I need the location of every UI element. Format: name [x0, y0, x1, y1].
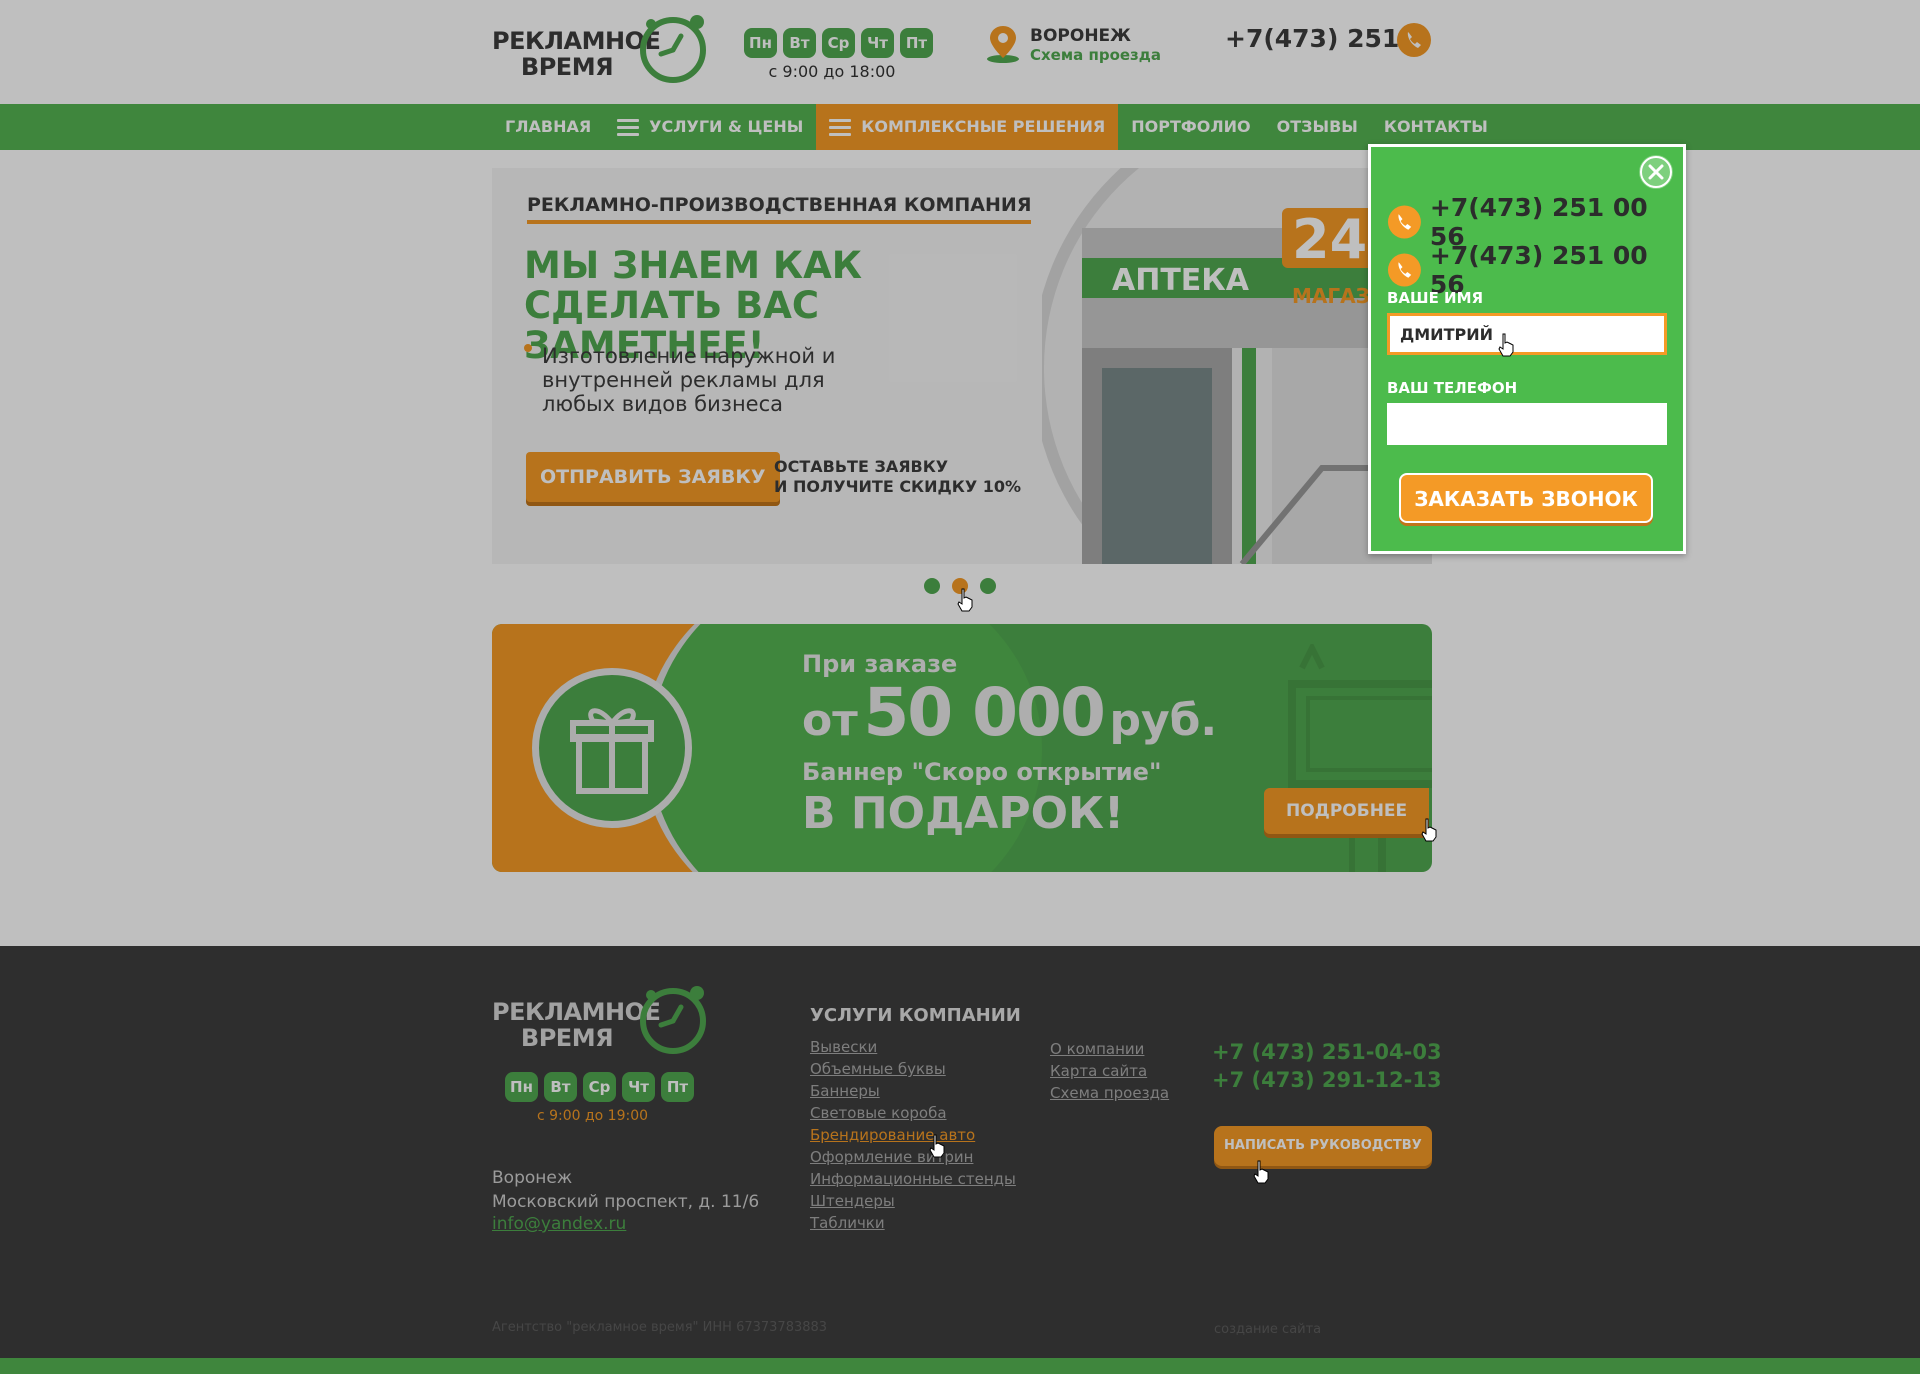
hand-cursor-icon	[929, 1134, 945, 1158]
hand-cursor-icon	[1498, 333, 1514, 357]
phone-label: ВАШ ТЕЛЕФОН	[1387, 379, 1518, 397]
hand-cursor-icon	[957, 588, 973, 612]
hand-cursor-icon	[1421, 818, 1437, 842]
close-button[interactable]	[1639, 155, 1673, 189]
phone-field[interactable]	[1387, 403, 1667, 445]
phone-call-icon	[1387, 253, 1421, 287]
name-field[interactable]	[1387, 313, 1667, 355]
close-icon	[1640, 156, 1672, 188]
hand-cursor-icon	[1253, 1160, 1269, 1184]
phone-call-icon	[1387, 205, 1421, 239]
order-call-button[interactable]: ЗАКАЗАТЬ ЗВОНОК	[1399, 473, 1653, 523]
callback-modal: +7(473) 251 00 56 +7(473) 251 00 56 ВАШЕ…	[1368, 144, 1686, 554]
name-label: ВАШЕ ИМЯ	[1387, 289, 1484, 307]
